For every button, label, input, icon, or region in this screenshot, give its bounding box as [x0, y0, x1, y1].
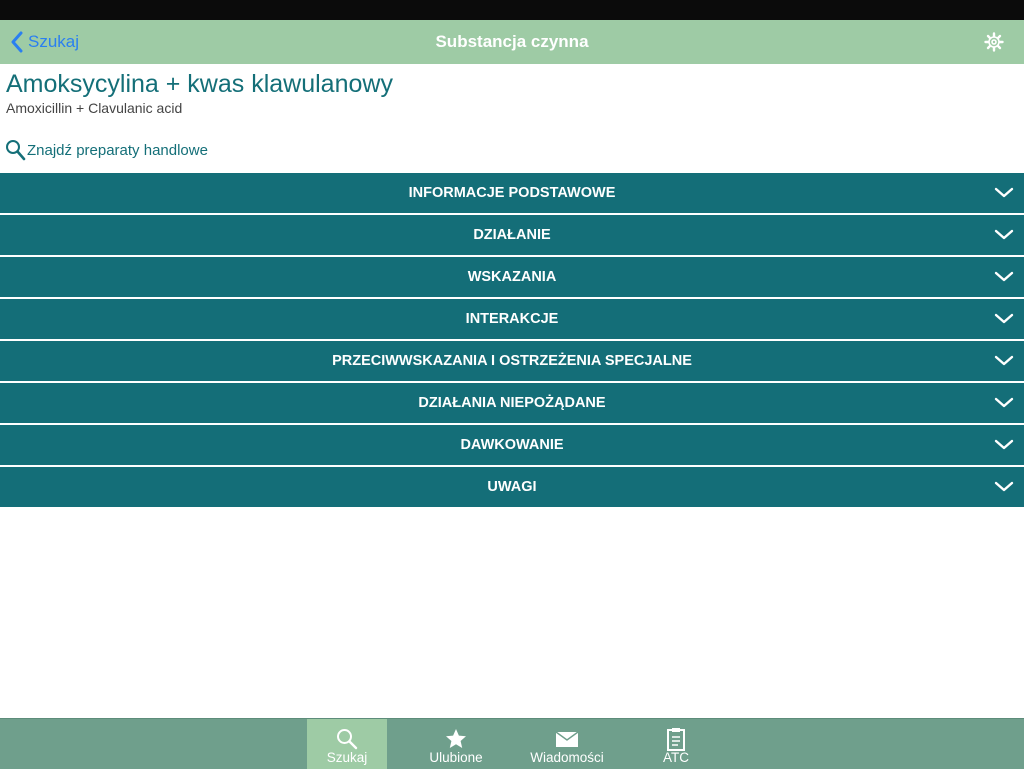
clipboard-icon — [667, 728, 685, 751]
section-uwagi[interactable]: UWAGI — [0, 467, 1024, 507]
tab-label: ATC — [663, 750, 689, 765]
chevron-down-icon — [994, 397, 1014, 408]
section-label: INTERAKCJE — [465, 311, 559, 327]
section-interakcje[interactable]: INTERAKCJE — [0, 299, 1024, 339]
section-label: DZIAŁANIE — [473, 227, 551, 243]
substance-name: Amoksycylina + kwas klawulanowy — [6, 70, 393, 98]
chevron-down-icon — [994, 355, 1014, 366]
section-label: DZIAŁANIA NIEPOŻĄDANE — [418, 395, 606, 411]
tab-label: Wiadomości — [530, 750, 604, 765]
tab-wiadomosci[interactable]: Wiadomości — [527, 719, 607, 769]
tab-bar: Szukaj Ulubione Wiadomości ATC — [0, 718, 1024, 769]
find-products-link[interactable]: Znajdź preparaty handlowe — [5, 139, 208, 161]
search-icon — [6, 140, 26, 161]
chevron-down-icon — [994, 229, 1014, 240]
section-label: INFORMACJE PODSTAWOWE — [408, 185, 616, 201]
tab-atc[interactable]: ATC — [636, 719, 716, 769]
section-informacje-podstawowe[interactable]: INFORMACJE PODSTAWOWE — [0, 173, 1024, 213]
section-label: PRZECIWWSKAZANIA I OSTRZEŻENIA SPECJALNE — [332, 353, 692, 369]
section-wskazania[interactable]: WSKAZANIA — [0, 257, 1024, 297]
search-icon — [337, 729, 358, 750]
chevron-down-icon — [994, 187, 1014, 198]
section-dawkowanie[interactable]: DAWKOWANIE — [0, 425, 1024, 465]
envelope-icon — [555, 731, 579, 747]
tab-szukaj[interactable]: Szukaj — [307, 719, 387, 769]
status-bar — [0, 0, 1024, 20]
gear-icon[interactable] — [984, 32, 1004, 52]
tab-label: Ulubione — [429, 750, 483, 765]
section-label: DAWKOWANIE — [460, 437, 564, 453]
section-przeciwwskazania[interactable]: PRZECIWWSKAZANIA I OSTRZEŻENIA SPECJALNE — [0, 341, 1024, 381]
page-title: Substancja czynna — [435, 32, 589, 51]
tab-label: Szukaj — [326, 750, 368, 765]
chevron-down-icon — [994, 439, 1014, 450]
substance-latin-name: Amoxicillin + Clavulanic acid — [6, 100, 183, 116]
section-dzialanie[interactable]: DZIAŁANIE — [0, 215, 1024, 255]
chevron-down-icon — [994, 481, 1014, 492]
star-icon — [446, 729, 466, 748]
sections-list: INFORMACJE PODSTAWOWE DZIAŁANIE WSKAZANI… — [0, 173, 1024, 509]
tab-ulubione[interactable]: Ulubione — [416, 719, 496, 769]
chevron-down-icon — [994, 313, 1014, 324]
navigation-bar: Szukaj Substancja czynna — [0, 20, 1024, 64]
section-label: UWAGI — [487, 479, 537, 495]
section-dzialania-niepozadane[interactable]: DZIAŁANIA NIEPOŻĄDANE — [0, 383, 1024, 423]
find-products-label: Znajdź preparaty handlowe — [27, 141, 208, 159]
chevron-down-icon — [994, 271, 1014, 282]
section-label: WSKAZANIA — [467, 269, 557, 285]
